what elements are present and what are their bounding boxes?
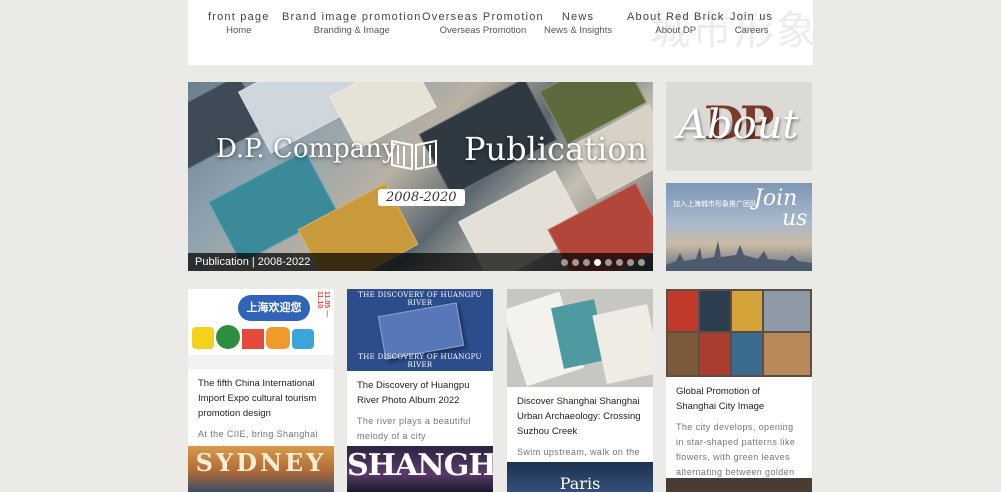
join-tile-word-2: us [782,206,808,231]
card-title[interactable]: Global Promotion of Shanghai City Image [676,384,802,414]
nav-item-home[interactable]: front page Home [208,11,270,37]
card-title[interactable]: The fifth China International Import Exp… [198,376,324,421]
expo-dates: 11.05 — 11.10 [316,291,330,318]
slider-dot[interactable] [583,259,590,266]
magazine-graphic [668,333,698,375]
card-image [666,289,812,377]
nav-item-sublabel: Branding & Image [313,25,390,36]
card-description: The river plays a beautiful melody of a … [357,416,471,441]
join-tile-label: Join us [754,188,808,231]
card-image: THE DISCOVERY OF HUANGPU RIVER THE DISCO… [347,289,493,371]
magazine-graphic [700,291,730,331]
card-image: 上海欢迎您 11.05 — 11.10 [188,289,334,369]
hero-slider[interactable]: D.P. Company Publication 2008-2020 Publi… [188,82,653,271]
slider-dot[interactable] [572,259,579,266]
magazine-graphic [764,333,810,375]
card-description: The city develops, opening in star-shape… [676,422,796,477]
nav-item-label: Join us [730,11,774,23]
magazine-graphic [732,333,762,375]
about-tile[interactable]: DP About [666,82,812,171]
paris-image-text: Paris [559,474,601,492]
news-card-suzhou-creek[interactable]: Discover Shanghai Shanghai Urban Archaeo… [507,289,653,462]
shanghai-image-text: SHANGHAI [347,448,493,483]
album-banner-text-bottom: THE DISCOVERY OF HUANGPU RIVER [358,353,482,369]
top-navigation-bar: 城市形象 front page Home Brand image promoti… [188,0,813,65]
nav-item-label: News [561,11,595,23]
nav-item-sublabel: Overseas Promotion [439,25,527,36]
image-footer-strip [188,355,334,369]
magazine-graphic [700,333,730,375]
card-title[interactable]: Discover Shanghai Shanghai Urban Archaeo… [517,394,643,439]
next-image-card[interactable] [666,478,812,492]
join-us-tile[interactable]: 加入上海城市形象推广团队 Join us [666,183,812,271]
book-logo-icon [391,139,437,171]
hero-publication-text: Publication [464,130,648,168]
magazine-graphic [732,291,762,331]
slider-dots [561,259,645,266]
about-tile-label: About [678,102,799,148]
sydney-image-card[interactable]: SYDNEY [188,446,334,492]
nav-item-news[interactable]: News News & Insights [544,11,612,37]
slider-dot[interactable] [561,259,568,266]
card-image [507,289,653,387]
main-nav: front page Home Brand image promotion Br… [188,11,813,41]
slider-dot[interactable] [627,259,634,266]
nav-item-sublabel: Home [226,25,252,36]
nav-item-join-us[interactable]: Join us Careers [730,11,773,37]
welcome-mascot-graphic [192,325,318,351]
sydney-image-text: SYDNEY [195,448,327,477]
slider-dot[interactable] [616,259,623,266]
slider-dot[interactable] [638,259,645,266]
nav-item-label: front page [208,11,270,23]
book-page-graphic [592,303,653,385]
city-skyline-graphic [666,241,812,271]
paris-image-card[interactable]: Paris [507,462,653,492]
nav-item-overseas-promotion[interactable]: Overseas Promotion Overseas Promotion [422,11,544,37]
join-tile-chinese-text: 加入上海城市形象推广团队 [673,201,757,208]
nav-item-branding[interactable]: Brand image promotion Branding & Image [282,11,422,37]
hero-years-badge: 2008-2020 [378,189,465,206]
nav-item-label: Brand image promotion [282,11,422,23]
ciie-speech-bubble: 上海欢迎您 [238,295,310,321]
shanghai-image-card[interactable]: SHANGHAI [347,446,493,492]
album-cover-graphic [377,302,465,360]
nav-item-sublabel: Careers [734,25,769,36]
news-card-global-promotion[interactable]: Global Promotion of Shanghai City Image … [666,289,812,478]
slider-dot[interactable] [605,259,612,266]
hero-company-text: D.P. Company [216,134,397,164]
nav-item-sublabel: About DP [655,25,697,36]
news-card-huangpu-album[interactable]: THE DISCOVERY OF HUANGPU RIVER THE DISCO… [347,289,493,446]
card-description: Swim upstream, walk on the bridge, and c… [517,447,640,457]
card-title[interactable]: The Discovery of Huangpu River Photo Alb… [357,378,483,408]
slider-dot-active[interactable] [594,259,601,266]
magazine-graphic [668,291,698,331]
nav-item-about[interactable]: About Red Brick About DP [627,11,724,37]
magazine-graphic [764,291,810,331]
nav-item-sublabel: News & Insights [544,25,613,36]
nav-item-label: Overseas Promotion [422,11,544,23]
nav-item-label: About Red Brick [627,11,725,23]
album-banner-text: THE DISCOVERY OF HUANGPU RIVER [358,291,482,307]
